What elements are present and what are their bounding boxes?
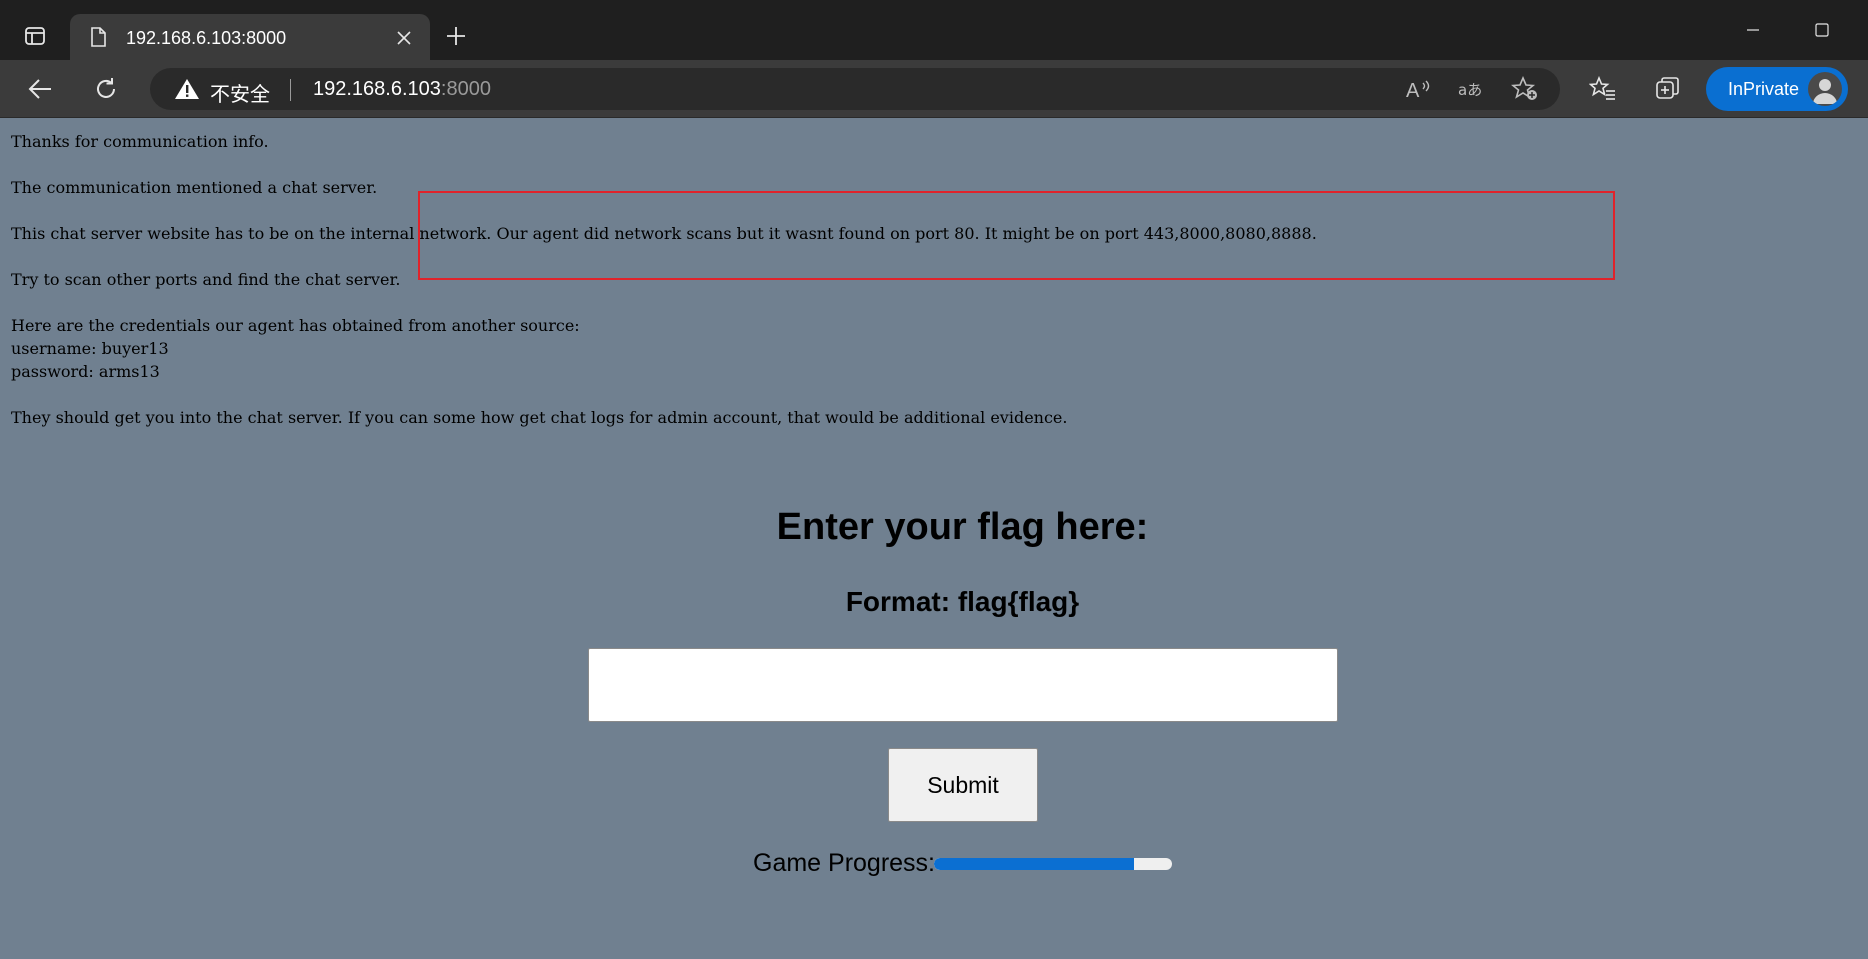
svg-text:A: A <box>1406 80 1420 101</box>
star-add-icon <box>1511 76 1537 100</box>
translate-icon: aあ <box>1458 81 1482 99</box>
add-favorite-button[interactable] <box>1509 74 1541 104</box>
arrow-left-icon <box>28 79 51 99</box>
svg-text:aあ: aあ <box>1458 81 1482 99</box>
new-tab-button[interactable] <box>440 20 472 52</box>
tab-actions-button[interactable] <box>12 18 58 54</box>
flag-heading: Enter your flag here: <box>776 506 1149 548</box>
refresh-icon <box>97 78 115 98</box>
maximize-icon <box>1815 23 1829 37</box>
favorites-button[interactable] <box>1583 69 1623 109</box>
security-label[interactable]: 不安全 <box>210 78 270 107</box>
read-aloud-icon: A <box>1406 80 1430 101</box>
url-text[interactable]: 192.168.6.103:8000 <box>313 78 491 101</box>
person-icon <box>1813 79 1837 104</box>
back-button[interactable] <box>20 69 60 109</box>
flag-format-hint: Format: flag{flag} <box>845 586 1080 617</box>
close-tab-button[interactable] <box>390 24 418 52</box>
inprivate-label: InPrivate <box>1728 79 1800 99</box>
browser-tab-bar: 192.168.6.103:8000 <box>0 0 1868 60</box>
avatar <box>1808 72 1842 106</box>
collections-icon <box>1656 77 1679 99</box>
flag-input[interactable] <box>588 648 1338 722</box>
close-icon <box>397 31 411 45</box>
read-aloud-button[interactable]: A <box>1402 74 1434 104</box>
inprivate-badge[interactable]: InPrivate <box>1706 67 1848 111</box>
progress-label: Game Progress: <box>753 849 936 877</box>
message-line-5: Here are the credentials our agent has o… <box>11 316 580 335</box>
minimize-icon <box>1747 29 1759 31</box>
plus-icon <box>447 27 465 45</box>
maximize-button[interactable] <box>1800 14 1844 46</box>
annotation-highlight-box <box>418 191 1615 280</box>
message-line-1: Thanks for communication info. <box>11 132 269 151</box>
refresh-button[interactable] <box>86 69 126 109</box>
warning-icon <box>175 79 199 99</box>
tab-title: 192.168.6.103:8000 <box>126 28 287 48</box>
address-separator <box>290 79 291 101</box>
translate-button[interactable]: aあ <box>1456 74 1488 104</box>
page-icon <box>91 27 106 47</box>
address-bar[interactable]: 不安全 192.168.6.103:8000 A aあ <box>150 68 1560 110</box>
message-line-2: The communication mentioned a chat serve… <box>11 178 378 197</box>
submit-button[interactable]: Submit <box>888 748 1038 822</box>
collections-button[interactable] <box>1648 69 1688 109</box>
favorites-list-icon <box>1589 76 1615 100</box>
password-line: password: arms13 <box>11 362 160 381</box>
minimize-button[interactable] <box>1731 14 1775 46</box>
message-line-8: They should get you into the chat server… <box>11 408 1068 427</box>
url-port: :8000 <box>440 78 491 100</box>
browser-toolbar: 不安全 192.168.6.103:8000 A aあ InPrivate <box>0 60 1868 118</box>
url-host: 192.168.6.103 <box>313 78 441 100</box>
game-progress-fill <box>934 858 1134 870</box>
active-tab[interactable]: 192.168.6.103:8000 <box>70 14 430 60</box>
username-line: username: buyer13 <box>11 339 169 358</box>
message-line-4: Try to scan other ports and find the cha… <box>11 270 401 289</box>
game-progress-bar <box>934 858 1172 870</box>
tab-actions-icon <box>25 27 45 45</box>
